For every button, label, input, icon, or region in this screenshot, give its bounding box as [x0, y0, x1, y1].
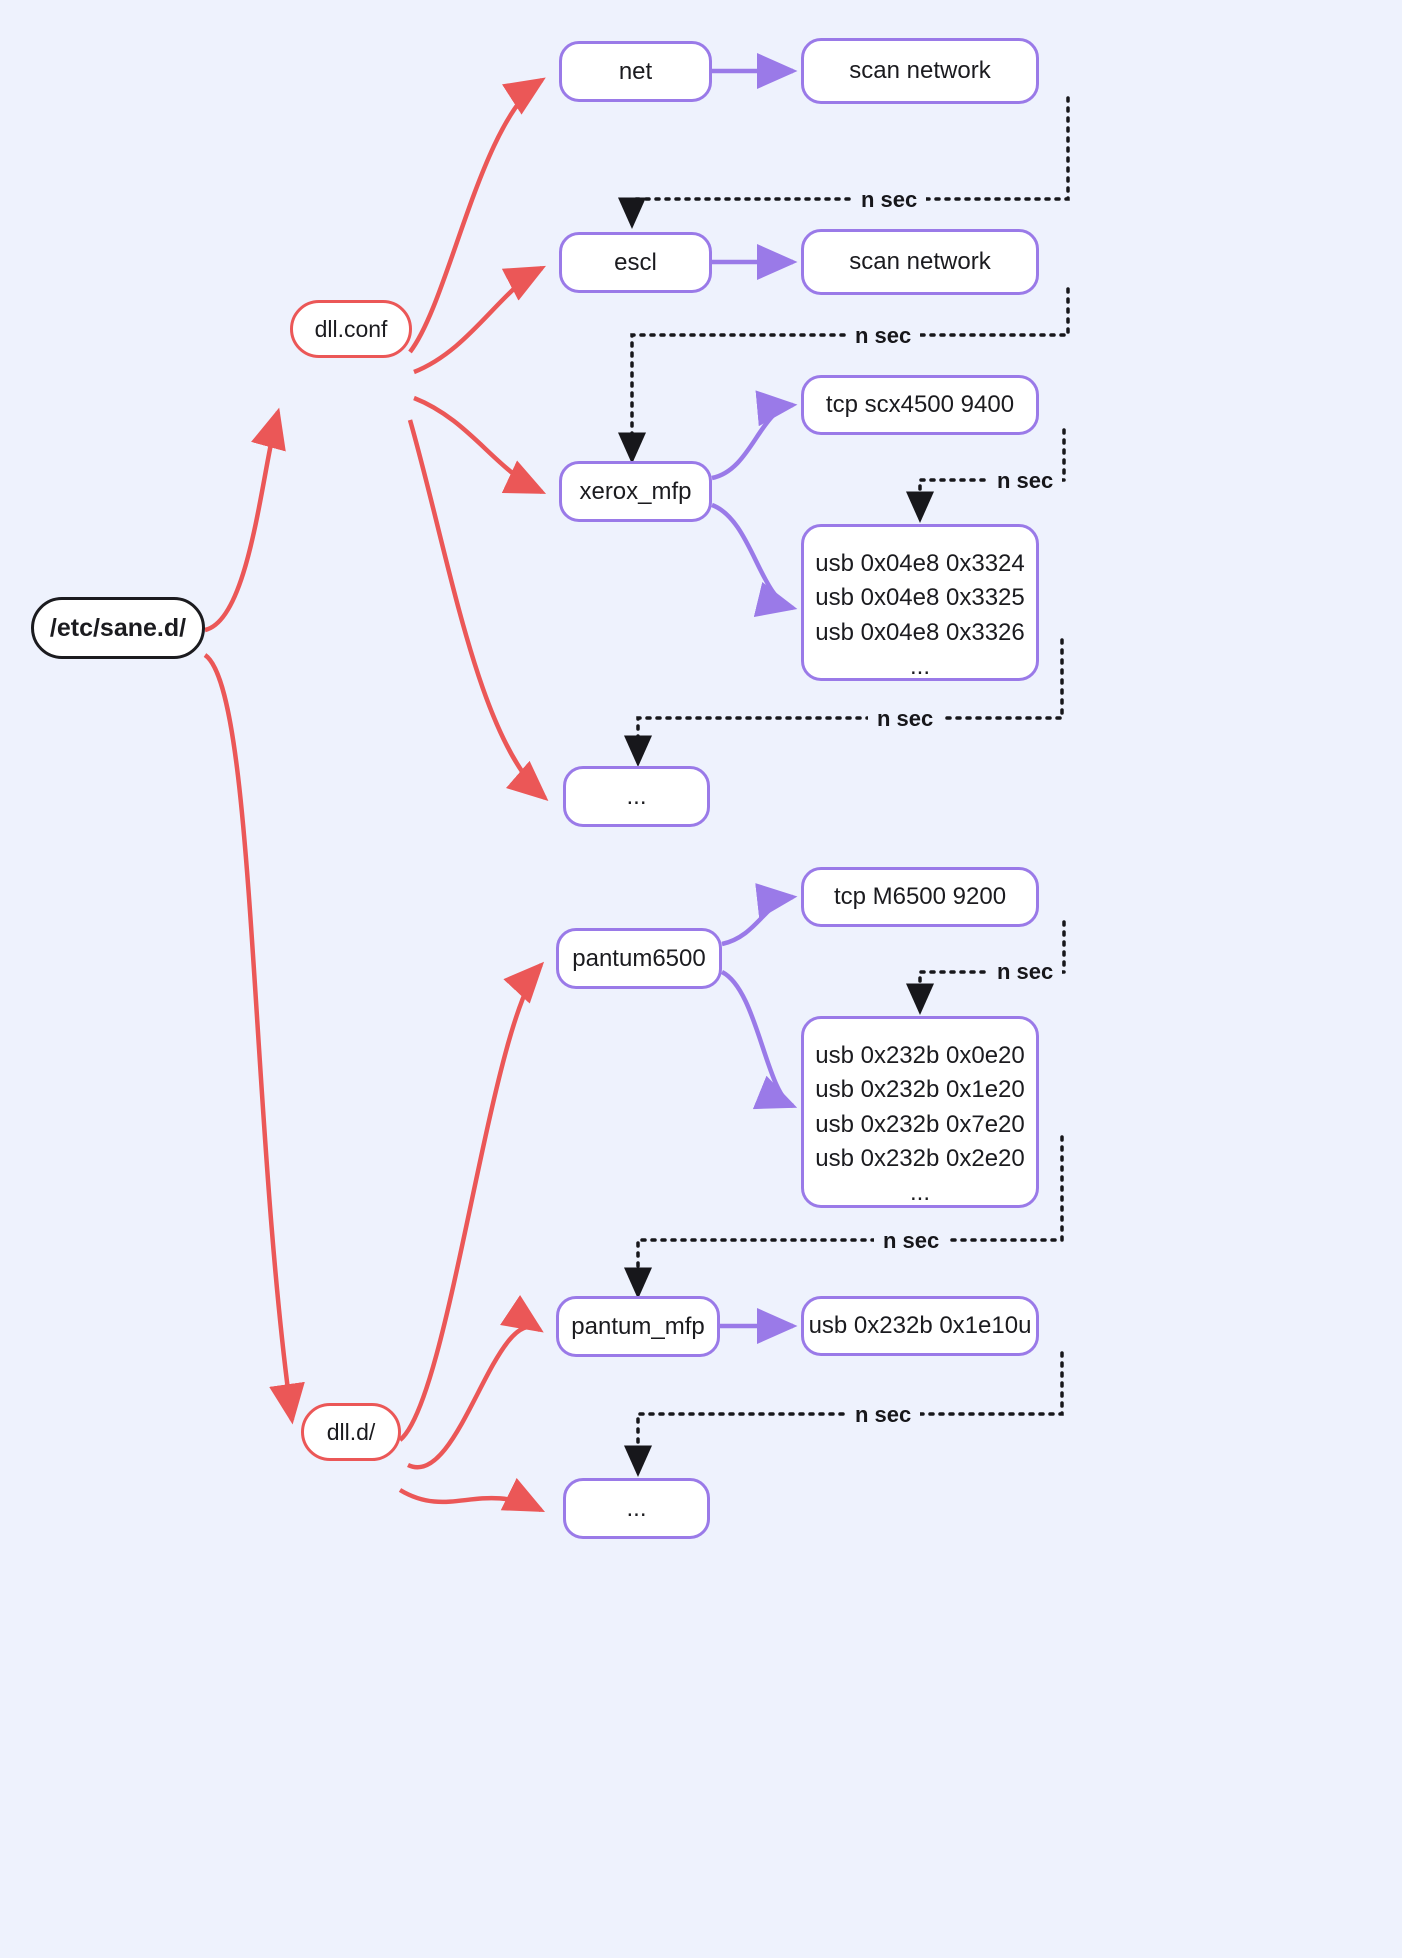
node-backend-dll-d-more[interactable]: ... [563, 1478, 710, 1539]
edge-root-to-dlld [203, 653, 305, 1425]
dllconf-to-backend-edges [407, 77, 549, 801]
node-backend-net-label: net [618, 57, 653, 85]
node-config-dll-d-label: dll.d/ [326, 1418, 376, 1445]
node-action-xerox-tcp[interactable]: tcp scx4500 9400 [801, 375, 1039, 435]
node-root-sane-dir[interactable]: /etc/sane.d/ [31, 597, 205, 659]
edge-xeroxmfp-to-usb [711, 502, 798, 617]
node-action-escl-scan-network[interactable]: scan network [801, 229, 1039, 295]
node-action-pantum-mfp-usb-label: usb 0x232b 0x1e10u [808, 1312, 1032, 1339]
delay-label-4: n sec [868, 706, 943, 732]
node-backend-xerox-mfp-label: xerox_mfp [579, 477, 692, 505]
node-backend-pantum-mfp[interactable]: pantum_mfp [556, 1296, 720, 1357]
delay-edge-1 [618, 96, 1070, 229]
node-action-net-scan-network-label: scan network [849, 57, 991, 84]
node-action-xerox-usb-list-label: usb 0x04e8 0x3324 usb 0x04e8 0x3325 usb … [815, 550, 1025, 680]
node-backend-escl-label: escl [614, 248, 657, 276]
node-config-dll-conf[interactable]: dll.conf [290, 300, 412, 358]
edge-dllconf-to-net [408, 77, 546, 354]
node-backend-dll-conf-more-label: ... [626, 782, 647, 810]
node-backend-escl[interactable]: escl [559, 232, 712, 293]
node-backend-net[interactable]: net [559, 41, 712, 102]
edge-dllconf-to-xeroxmfp [413, 395, 547, 495]
node-config-dll-conf-label: dll.conf [314, 315, 388, 342]
node-action-escl-scan-network-label: scan network [849, 248, 991, 275]
backend-to-action-edges [711, 53, 798, 1344]
node-backend-dll-d-more-label: ... [626, 1494, 647, 1522]
edge-dllconf-to-more [407, 419, 549, 801]
delay-label-3: n sec [988, 468, 1063, 494]
delay-label-1: n sec [852, 187, 927, 213]
node-action-pantum-usb-list[interactable]: usb 0x232b 0x0e20 usb 0x232b 0x1e20 usb … [801, 1016, 1039, 1208]
edge-root-to-dllconf [204, 407, 286, 633]
node-action-pantum-mfp-usb[interactable]: usb 0x232b 0x1e10u [801, 1296, 1039, 1356]
edge-dlld-to-pantummfp [407, 1295, 544, 1470]
edge-dlld-to-more [398, 1477, 546, 1513]
delay-label-6: n sec [874, 1228, 949, 1254]
node-action-pantum-usb-list-label: usb 0x232b 0x0e20 usb 0x232b 0x1e20 usb … [815, 1042, 1025, 1207]
edge-dllconf-to-escl [413, 265, 546, 375]
node-root-sane-dir-label: /etc/sane.d/ [49, 613, 187, 642]
edge-pantum6500-to-usb [720, 969, 798, 1109]
edge-dlld-to-pantum6500 [398, 961, 545, 1442]
node-action-pantum-tcp[interactable]: tcp M6500 9200 [801, 867, 1039, 927]
node-backend-pantum-mfp-label: pantum_mfp [571, 1312, 705, 1340]
node-action-pantum-tcp-label: tcp M6500 9200 [833, 883, 1007, 910]
dlld-to-backend-edges [398, 961, 546, 1513]
node-action-net-scan-network[interactable]: scan network [801, 38, 1039, 104]
root-to-config-edges [203, 407, 305, 1425]
edge-xeroxmfp-to-tcp [711, 390, 798, 481]
node-backend-pantum6500-label: pantum6500 [572, 944, 706, 972]
node-action-xerox-usb-list[interactable]: usb 0x04e8 0x3324 usb 0x04e8 0x3325 usb … [801, 524, 1039, 681]
node-action-xerox-tcp-label: tcp scx4500 9400 [825, 391, 1015, 418]
diagram-canvas: /etc/sane.d/ dll.conf dll.d/ net escl xe… [0, 0, 1402, 1958]
node-backend-xerox-mfp[interactable]: xerox_mfp [559, 461, 712, 522]
delay-label-7: n sec [846, 1402, 921, 1428]
delay-label-2: n sec [846, 323, 921, 349]
node-config-dll-d[interactable]: dll.d/ [301, 1403, 401, 1461]
node-backend-dll-conf-more[interactable]: ... [563, 766, 710, 827]
edge-pantum6500-to-tcp [721, 883, 798, 947]
node-backend-pantum6500[interactable]: pantum6500 [556, 928, 722, 989]
delay-label-5: n sec [988, 959, 1063, 985]
